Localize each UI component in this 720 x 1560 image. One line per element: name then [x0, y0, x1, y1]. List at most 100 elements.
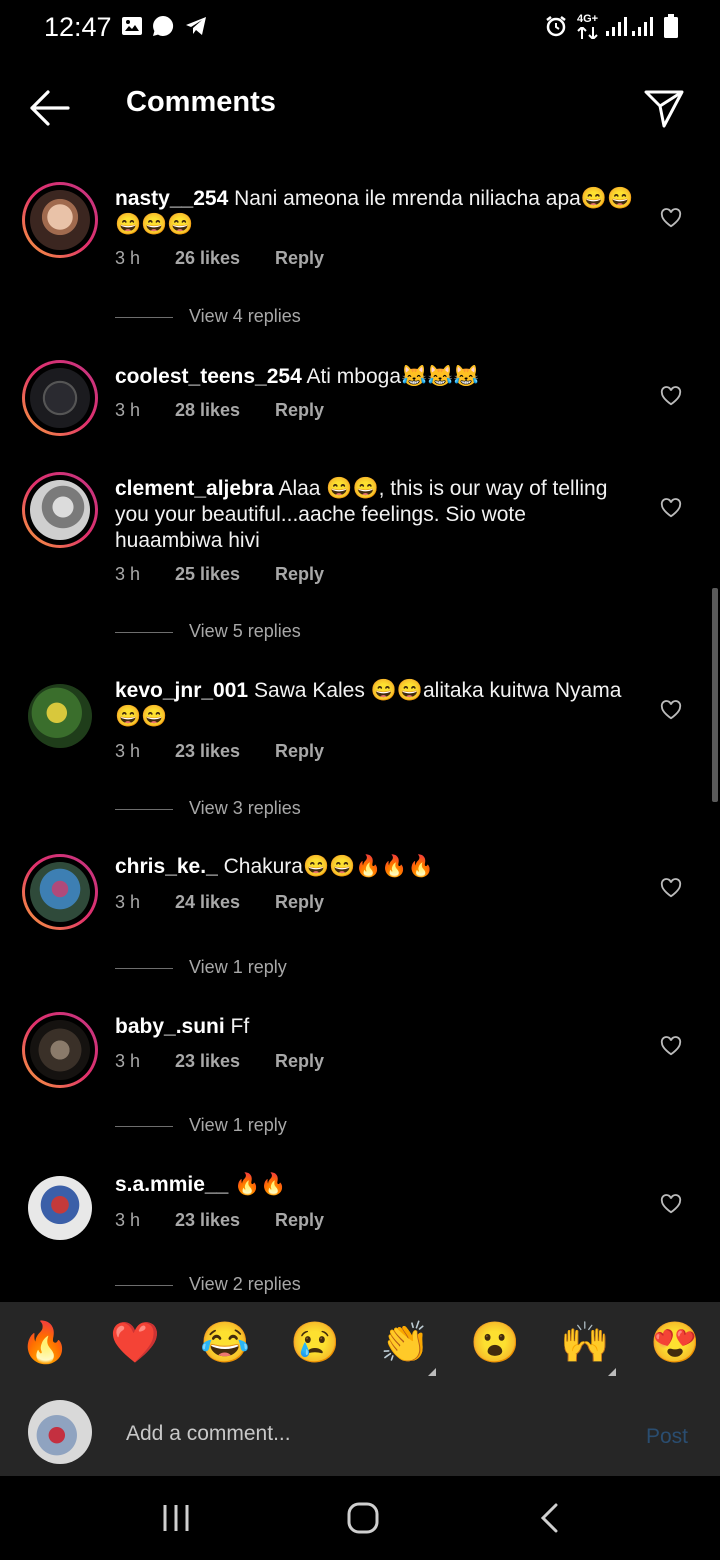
comment-text: chris_ke._ Chakura😄😄🔥🔥🔥: [115, 854, 635, 880]
data-arrows-icon: [577, 27, 598, 39]
emoji-clap[interactable]: 👏: [380, 1318, 430, 1368]
avatar[interactable]: [22, 678, 98, 754]
avatar-image: [28, 684, 92, 748]
comment-likes[interactable]: 25 likes: [175, 564, 275, 585]
comment-likes[interactable]: 28 likes: [175, 400, 275, 421]
view-replies-label: View 5 replies: [189, 621, 301, 641]
battery-icon: [664, 14, 678, 38]
image-icon: [122, 17, 142, 35]
page-title: Comments: [126, 86, 276, 118]
view-replies-button[interactable]: View 4 replies: [115, 306, 301, 327]
heart-icon[interactable]: [660, 386, 682, 406]
comment-username[interactable]: s.a.mmie__: [115, 1173, 228, 1196]
heart-icon[interactable]: [660, 878, 682, 898]
view-replies-button[interactable]: View 3 replies: [115, 798, 301, 819]
alarm-icon: [546, 16, 566, 37]
avatar-image: [28, 1176, 92, 1240]
heart-icon[interactable]: [660, 1194, 682, 1214]
comment-likes[interactable]: 24 likes: [175, 892, 275, 913]
reply-button[interactable]: Reply: [275, 248, 324, 269]
avatar[interactable]: [22, 182, 98, 258]
view-replies-button[interactable]: View 1 reply: [115, 957, 287, 978]
reply-button[interactable]: Reply: [275, 564, 324, 585]
recent-apps-icon[interactable]: [160, 1502, 192, 1534]
reply-button[interactable]: Reply: [275, 892, 324, 913]
comment-body: Ati mboga😹😹😹: [306, 365, 480, 388]
reply-button[interactable]: Reply: [275, 741, 324, 762]
status-time: 12:47: [44, 12, 112, 42]
avatar[interactable]: [22, 854, 98, 930]
emoji-fire[interactable]: 🔥: [20, 1318, 70, 1368]
heart-icon[interactable]: [660, 1036, 682, 1056]
emoji-tears-of-joy[interactable]: 😂: [200, 1318, 250, 1368]
avatar[interactable]: [22, 1012, 98, 1088]
my-avatar: [28, 1400, 92, 1464]
emoji-heart[interactable]: ❤️: [110, 1318, 160, 1368]
comment-username[interactable]: coolest_teens_254: [115, 365, 302, 388]
view-replies-label: View 1 reply: [189, 1115, 287, 1135]
post-button[interactable]: Post: [646, 1425, 688, 1449]
send-icon[interactable]: [642, 86, 686, 130]
comment-meta: 3 h 23 likes Reply: [115, 741, 324, 762]
emoji-raised-hands[interactable]: 🙌: [560, 1318, 610, 1368]
comment-time: 3 h: [115, 564, 141, 584]
avatar[interactable]: [22, 1170, 98, 1246]
view-replies-button[interactable]: View 1 reply: [115, 1115, 287, 1136]
back-arrow-icon[interactable]: [28, 88, 70, 128]
comment-likes[interactable]: 23 likes: [175, 1210, 275, 1231]
comment-time: 3 h: [115, 1210, 141, 1230]
heart-icon[interactable]: [660, 498, 682, 518]
emoji-surprised[interactable]: 😮: [470, 1318, 520, 1368]
emoji-heart-eyes[interactable]: 😍: [650, 1318, 700, 1368]
status-bar: 12:47 4G+: [0, 0, 720, 56]
skin-tone-indicator: [428, 1368, 436, 1376]
divider: [115, 808, 173, 810]
comment-body: Ff: [230, 1015, 250, 1038]
comment-text: kevo_jnr_001 Sawa Kales 😄😄alitaka kuitwa…: [115, 678, 635, 730]
avatar-image: [30, 368, 90, 428]
heart-icon[interactable]: [660, 700, 682, 720]
comment-time: 3 h: [115, 248, 141, 268]
message-icon: [153, 15, 174, 37]
avatar[interactable]: [22, 360, 98, 436]
emoji-reaction-bar: 🔥 ❤️ 😂 😢 👏 😮 🙌 😍: [0, 1302, 720, 1388]
avatar[interactable]: [22, 472, 98, 548]
comment-username[interactable]: baby_.suni: [115, 1015, 225, 1038]
comment-time: 3 h: [115, 892, 141, 912]
comment-input[interactable]: [126, 1418, 606, 1450]
view-replies-label: View 2 replies: [189, 1274, 301, 1294]
signal-icon: [606, 17, 627, 36]
comment-meta: 3 h 23 likes Reply: [115, 1210, 324, 1231]
comment-likes[interactable]: 23 likes: [175, 1051, 275, 1072]
view-replies-label: View 4 replies: [189, 306, 301, 326]
comment-body: 🔥🔥: [234, 1173, 287, 1196]
home-icon[interactable]: [345, 1500, 381, 1536]
comment-likes[interactable]: 23 likes: [175, 741, 275, 762]
scrollbar[interactable]: [712, 588, 718, 802]
view-replies-button[interactable]: View 5 replies: [115, 621, 301, 642]
comment-username[interactable]: kevo_jnr_001: [115, 679, 248, 702]
comment-text: nasty__254 Nani ameona ile mrenda niliac…: [115, 186, 635, 238]
emoji-crying[interactable]: 😢: [290, 1318, 340, 1368]
signal-icon-2: [632, 17, 653, 36]
comment-meta: 3 h 25 likes Reply: [115, 564, 324, 585]
heart-icon[interactable]: [660, 208, 682, 228]
reply-button[interactable]: Reply: [275, 400, 324, 421]
comment-time: 3 h: [115, 741, 141, 761]
comment-text: baby_.suni Ff: [115, 1014, 635, 1040]
avatar-image: [30, 190, 90, 250]
divider: [115, 316, 173, 318]
comment-body: Chakura😄😄🔥🔥🔥: [223, 855, 434, 878]
view-replies-button[interactable]: View 2 replies: [115, 1274, 301, 1295]
comment-likes[interactable]: 26 likes: [175, 248, 275, 269]
comment-text: clement_aljebra Alaa 😄😄, this is our way…: [115, 476, 635, 554]
skin-tone-indicator: [608, 1368, 616, 1376]
reply-button[interactable]: Reply: [275, 1051, 324, 1072]
comment-username[interactable]: clement_aljebra: [115, 477, 274, 500]
reply-button[interactable]: Reply: [275, 1210, 324, 1231]
comment-username[interactable]: nasty__254: [115, 187, 228, 210]
comment-username[interactable]: chris_ke._: [115, 855, 218, 878]
nav-back-icon[interactable]: [538, 1502, 562, 1534]
divider: [115, 967, 173, 969]
avatar-image: [30, 480, 90, 540]
